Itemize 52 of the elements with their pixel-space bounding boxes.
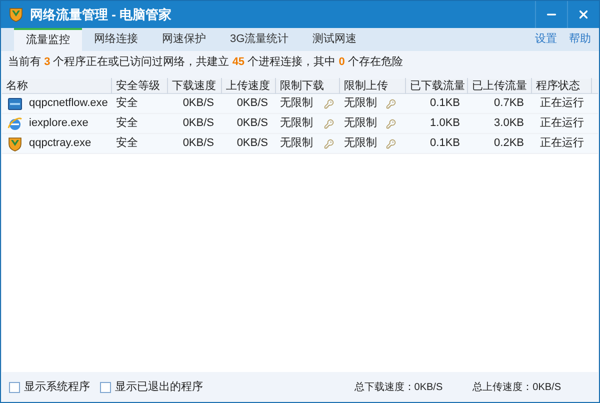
key-icon[interactable] bbox=[386, 118, 396, 128]
tab[interactable]: 网络连接 bbox=[82, 28, 150, 51]
table-cell-text: 无限制 bbox=[280, 116, 313, 132]
window-title: 网络流量管理 - 电脑管家 bbox=[30, 6, 172, 24]
checkbox-label: 显示已退出的程序 bbox=[115, 380, 203, 395]
key-icon[interactable] bbox=[324, 138, 334, 148]
table-cell-text: 0.1KB bbox=[429, 96, 461, 112]
table-cell-text: 无限制 bbox=[344, 116, 377, 132]
table-cell-text: 无限制 bbox=[280, 136, 313, 152]
key-icon[interactable] bbox=[324, 118, 334, 128]
checkbox[interactable] bbox=[100, 382, 111, 392]
table-cell-text: 0KB/S bbox=[182, 136, 215, 152]
monitor-icon bbox=[8, 98, 22, 110]
process-name: qqpcnetflow.exe bbox=[29, 96, 108, 112]
table-cell-text: 0.7KB bbox=[493, 96, 525, 112]
tab[interactable]: 网速保护 bbox=[150, 28, 218, 51]
table-cell-text: 0KB/S bbox=[182, 116, 215, 132]
total-upload-speed: 总上传速度：0KB/S bbox=[472, 380, 561, 394]
key-icon[interactable] bbox=[386, 138, 396, 148]
total-download-speed: 总下载速度：0KB/S bbox=[354, 380, 443, 394]
table-cell-text: 安全 bbox=[115, 96, 139, 112]
table-cell-text: 安全 bbox=[115, 136, 139, 152]
key-icon[interactable] bbox=[386, 98, 396, 108]
table-cell-text: 0KB/S bbox=[236, 116, 269, 132]
table-cell-text: 1.0KB bbox=[429, 116, 461, 132]
table-cell-text: 无限制 bbox=[344, 96, 377, 112]
tab[interactable]: 3G流量统计 bbox=[218, 28, 301, 51]
table-cell-text: 0KB/S bbox=[236, 96, 269, 112]
table-cell-text: 正在运行 bbox=[539, 96, 585, 112]
process-name: iexplore.exe bbox=[29, 116, 88, 132]
table-cell-text: 0KB/S bbox=[182, 96, 215, 112]
key-icon[interactable] bbox=[324, 98, 334, 108]
shield-logo-icon bbox=[8, 6, 24, 23]
table-cell-text: 3.0KB bbox=[493, 116, 525, 132]
tab[interactable]: 测试网速 bbox=[300, 28, 369, 51]
close-icon bbox=[577, 8, 590, 21]
table-cell-text: 正在运行 bbox=[539, 136, 585, 152]
header-link[interactable]: 设置 bbox=[535, 31, 557, 48]
tab[interactable]: 流量监控 bbox=[14, 28, 82, 51]
table-cell-text: 安全 bbox=[115, 116, 139, 132]
table-cell-text: 无限制 bbox=[280, 96, 313, 112]
checkbox-label: 显示系统程序 bbox=[24, 380, 90, 395]
header-link[interactable]: 帮助 bbox=[569, 31, 591, 48]
process-name: qqpctray.exe bbox=[29, 136, 92, 152]
checkbox[interactable] bbox=[9, 382, 20, 392]
table-cell-text: 0.2KB bbox=[493, 136, 525, 152]
shield-icon bbox=[7, 136, 23, 152]
table-cell-text: 0.1KB bbox=[429, 136, 461, 152]
summary-text: 当前有 3 个程序正在或已访问过网络，共建立 45 个进程连接，其中 0 个存在危险 bbox=[7, 54, 404, 70]
table-cell-text: 0KB/S bbox=[236, 136, 269, 152]
table-cell-text: 正在运行 bbox=[539, 116, 585, 132]
table-cell-text: 无限制 bbox=[344, 136, 377, 152]
